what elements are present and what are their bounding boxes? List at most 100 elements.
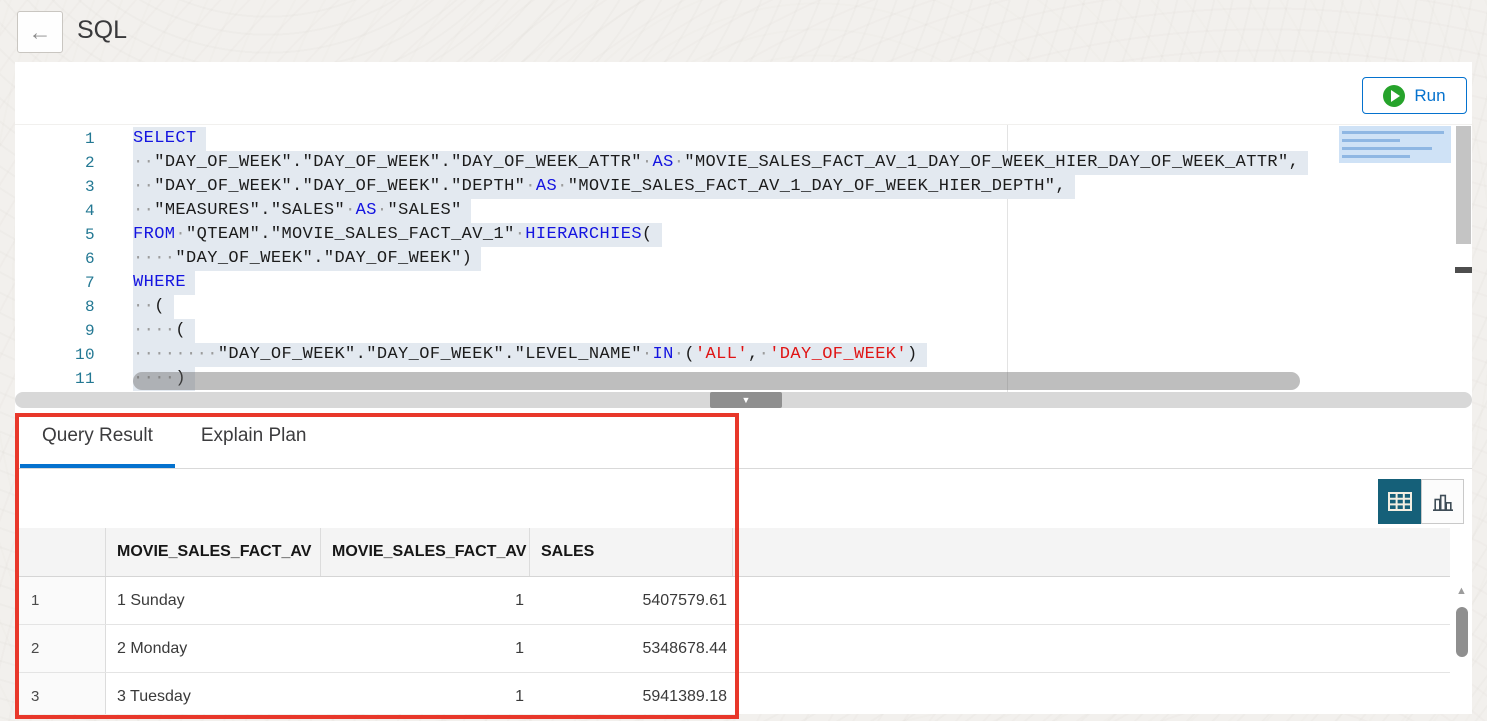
chevron-down-icon: ▼: [742, 395, 751, 405]
app-header-bar: ← SQL: [0, 0, 1487, 61]
sql-workspace-panel: Run 1SELECT2··"DAY_OF_WEEK"."DAY_OF_WEEK…: [15, 62, 1472, 714]
whitespace-dots: ··: [133, 153, 154, 172]
code-line[interactable]: 3··"DAY_OF_WEEK"."DAY_OF_WEEK"."DEPTH"·A…: [15, 175, 1472, 199]
row-number-cell: 3: [18, 673, 106, 714]
line-number: 10: [15, 343, 95, 367]
editor-horizontal-scrollbar-thumb[interactable]: [133, 372, 1300, 390]
grid-body: 11 Sunday15407579.6122 Monday15348678.44…: [18, 577, 1450, 714]
sql-keyword: IN: [653, 345, 674, 364]
whitespace-dots: ·: [674, 345, 685, 364]
table-cell: 1: [321, 577, 530, 624]
code-line[interactable]: 5FROM·"QTEAM"."MOVIE_SALES_FACT_AV_1"·HI…: [15, 223, 1472, 247]
whitespace-dots: ········: [133, 345, 218, 364]
code-line[interactable]: 10 ········"DAY_OF_WEEK"."DAY_OF_WEEK"."L…: [15, 343, 1472, 367]
code-line[interactable]: 4 ··"MEASURES"."SALES"·AS·"SALES": [15, 199, 1472, 223]
run-play-icon: [1383, 85, 1405, 107]
sql-code-text: "MEASURES"."SALES": [154, 201, 345, 220]
results-scroll-up-icon[interactable]: ▲: [1454, 585, 1469, 597]
tab-query-result[interactable]: Query Result: [20, 408, 175, 469]
table-cell: 5407579.61: [530, 577, 733, 624]
whitespace-dots: ·: [759, 345, 770, 364]
line-number: 1: [15, 127, 95, 151]
result-view-toggles: [1378, 479, 1464, 524]
whitespace-dots: ····: [133, 321, 175, 340]
sql-code-text: "QTEAM"."MOVIE_SALES_FACT_AV_1": [186, 225, 515, 244]
code-line[interactable]: 8··(: [15, 295, 1472, 319]
code-line[interactable]: 1SELECT: [15, 127, 1472, 151]
whitespace-dots: ·: [642, 345, 653, 364]
run-button-label: Run: [1414, 86, 1445, 106]
sql-code-text: "DAY_OF_WEEK"."DAY_OF_WEEK"): [175, 249, 472, 268]
whitespace-dots: ····: [133, 249, 175, 268]
sql-code-text: ): [907, 345, 918, 364]
whitespace-dots: ··: [133, 201, 154, 220]
sql-code-text: "DAY_OF_WEEK"."DAY_OF_WEEK"."DAY_OF_WEEK…: [154, 153, 642, 172]
table-cell: 1 Sunday: [106, 577, 321, 624]
sql-code-editor[interactable]: 1SELECT2··"DAY_OF_WEEK"."DAY_OF_WEEK"."D…: [15, 124, 1472, 392]
row-number-column-header: [18, 528, 106, 576]
page-title: SQL: [77, 16, 127, 45]
editor-minimap[interactable]: [1337, 125, 1452, 392]
back-arrow-icon: ←: [29, 19, 52, 45]
sql-code-text: (: [684, 345, 695, 364]
results-vertical-scrollbar-thumb[interactable]: [1456, 607, 1468, 657]
table-cell: 1: [321, 673, 530, 714]
line-number: 7: [15, 271, 95, 295]
sql-code-text: (: [154, 297, 165, 316]
line-number: 2: [15, 151, 95, 175]
code-line-content: ··"DAY_OF_WEEK"."DAY_OF_WEEK"."DEPTH"·AS…: [133, 175, 1075, 199]
sql-code-text: "MOVIE_SALES_FACT_AV_1_DAY_OF_WEEK_HIER_…: [684, 153, 1299, 172]
run-button[interactable]: Run: [1362, 77, 1467, 114]
minimap-selection-block: [1339, 126, 1451, 163]
editor-vertical-scrollbar-thumb[interactable]: [1456, 126, 1471, 244]
whitespace-dots: ··: [133, 177, 154, 196]
column-header[interactable]: MOVIE_SALES_FACT_AV: [106, 528, 321, 576]
minimap-code-line: [1342, 155, 1410, 158]
sql-keyword: WHERE: [133, 273, 186, 292]
sql-keyword: AS: [356, 201, 377, 220]
sql-code-text: (: [175, 321, 186, 340]
sql-code-text: "SALES": [388, 201, 462, 220]
editor-overview-marker: [1455, 267, 1472, 273]
whitespace-dots: ··: [133, 297, 154, 316]
panel-splitter-bar[interactable]: ▼: [15, 392, 1472, 408]
table-cell: 1: [321, 625, 530, 672]
table-cell: 3 Tuesday: [106, 673, 321, 714]
table-row[interactable]: 11 Sunday15407579.61: [18, 577, 1450, 625]
splitter-collapse-handle[interactable]: ▼: [710, 392, 782, 408]
sql-code-text: ,: [748, 345, 759, 364]
table-view-button[interactable]: [1378, 479, 1421, 524]
column-header[interactable]: MOVIE_SALES_FACT_AV: [321, 528, 530, 576]
chart-view-button[interactable]: [1421, 479, 1464, 524]
sql-code-text: (: [642, 225, 653, 244]
code-line[interactable]: 6····"DAY_OF_WEEK"."DAY_OF_WEEK"): [15, 247, 1472, 271]
table-row[interactable]: 22 Monday15348678.44: [18, 625, 1450, 673]
row-number-cell: 2: [18, 625, 106, 672]
code-line-content: ··"MEASURES"."SALES"·AS·"SALES": [133, 199, 471, 223]
table-row[interactable]: 33 Tuesday15941389.18: [18, 673, 1450, 714]
result-tabs: Query ResultExplain Plan: [20, 408, 329, 469]
editor-vertical-scrollbar[interactable]: [1455, 125, 1472, 392]
code-line-content: ··"DAY_OF_WEEK"."DAY_OF_WEEK"."DAY_OF_WE…: [133, 151, 1308, 175]
line-number: 9: [15, 319, 95, 343]
code-line[interactable]: 9 ····(: [15, 319, 1472, 343]
table-cell: 5941389.18: [530, 673, 733, 714]
code-line-content: WHERE: [133, 271, 195, 295]
code-line[interactable]: 7 WHERE: [15, 271, 1472, 295]
sql-keyword: AS: [653, 153, 674, 172]
line-number: 4: [15, 199, 95, 223]
back-button[interactable]: ←: [17, 11, 63, 53]
grid-header: MOVIE_SALES_FACT_AVMOVIE_SALES_FACT_AVSA…: [18, 528, 1450, 577]
sql-code-text: "DAY_OF_WEEK"."DAY_OF_WEEK"."LEVEL_NAME": [218, 345, 642, 364]
whitespace-dots: ·: [557, 177, 568, 196]
sql-keyword: AS: [536, 177, 557, 196]
column-header[interactable]: SALES: [530, 528, 733, 576]
whitespace-dots: ·: [175, 225, 186, 244]
code-line[interactable]: 2 ··"DAY_OF_WEEK"."DAY_OF_WEEK"."DAY_OF_W…: [15, 151, 1472, 175]
whitespace-dots: ·: [525, 177, 536, 196]
minimap-code-line: [1342, 131, 1444, 134]
table-view-icon: [1388, 492, 1412, 511]
tabs-divider: [15, 468, 1472, 469]
tab-explain-plan[interactable]: Explain Plan: [179, 408, 329, 469]
sql-string-literal: 'DAY_OF_WEEK': [769, 345, 907, 364]
